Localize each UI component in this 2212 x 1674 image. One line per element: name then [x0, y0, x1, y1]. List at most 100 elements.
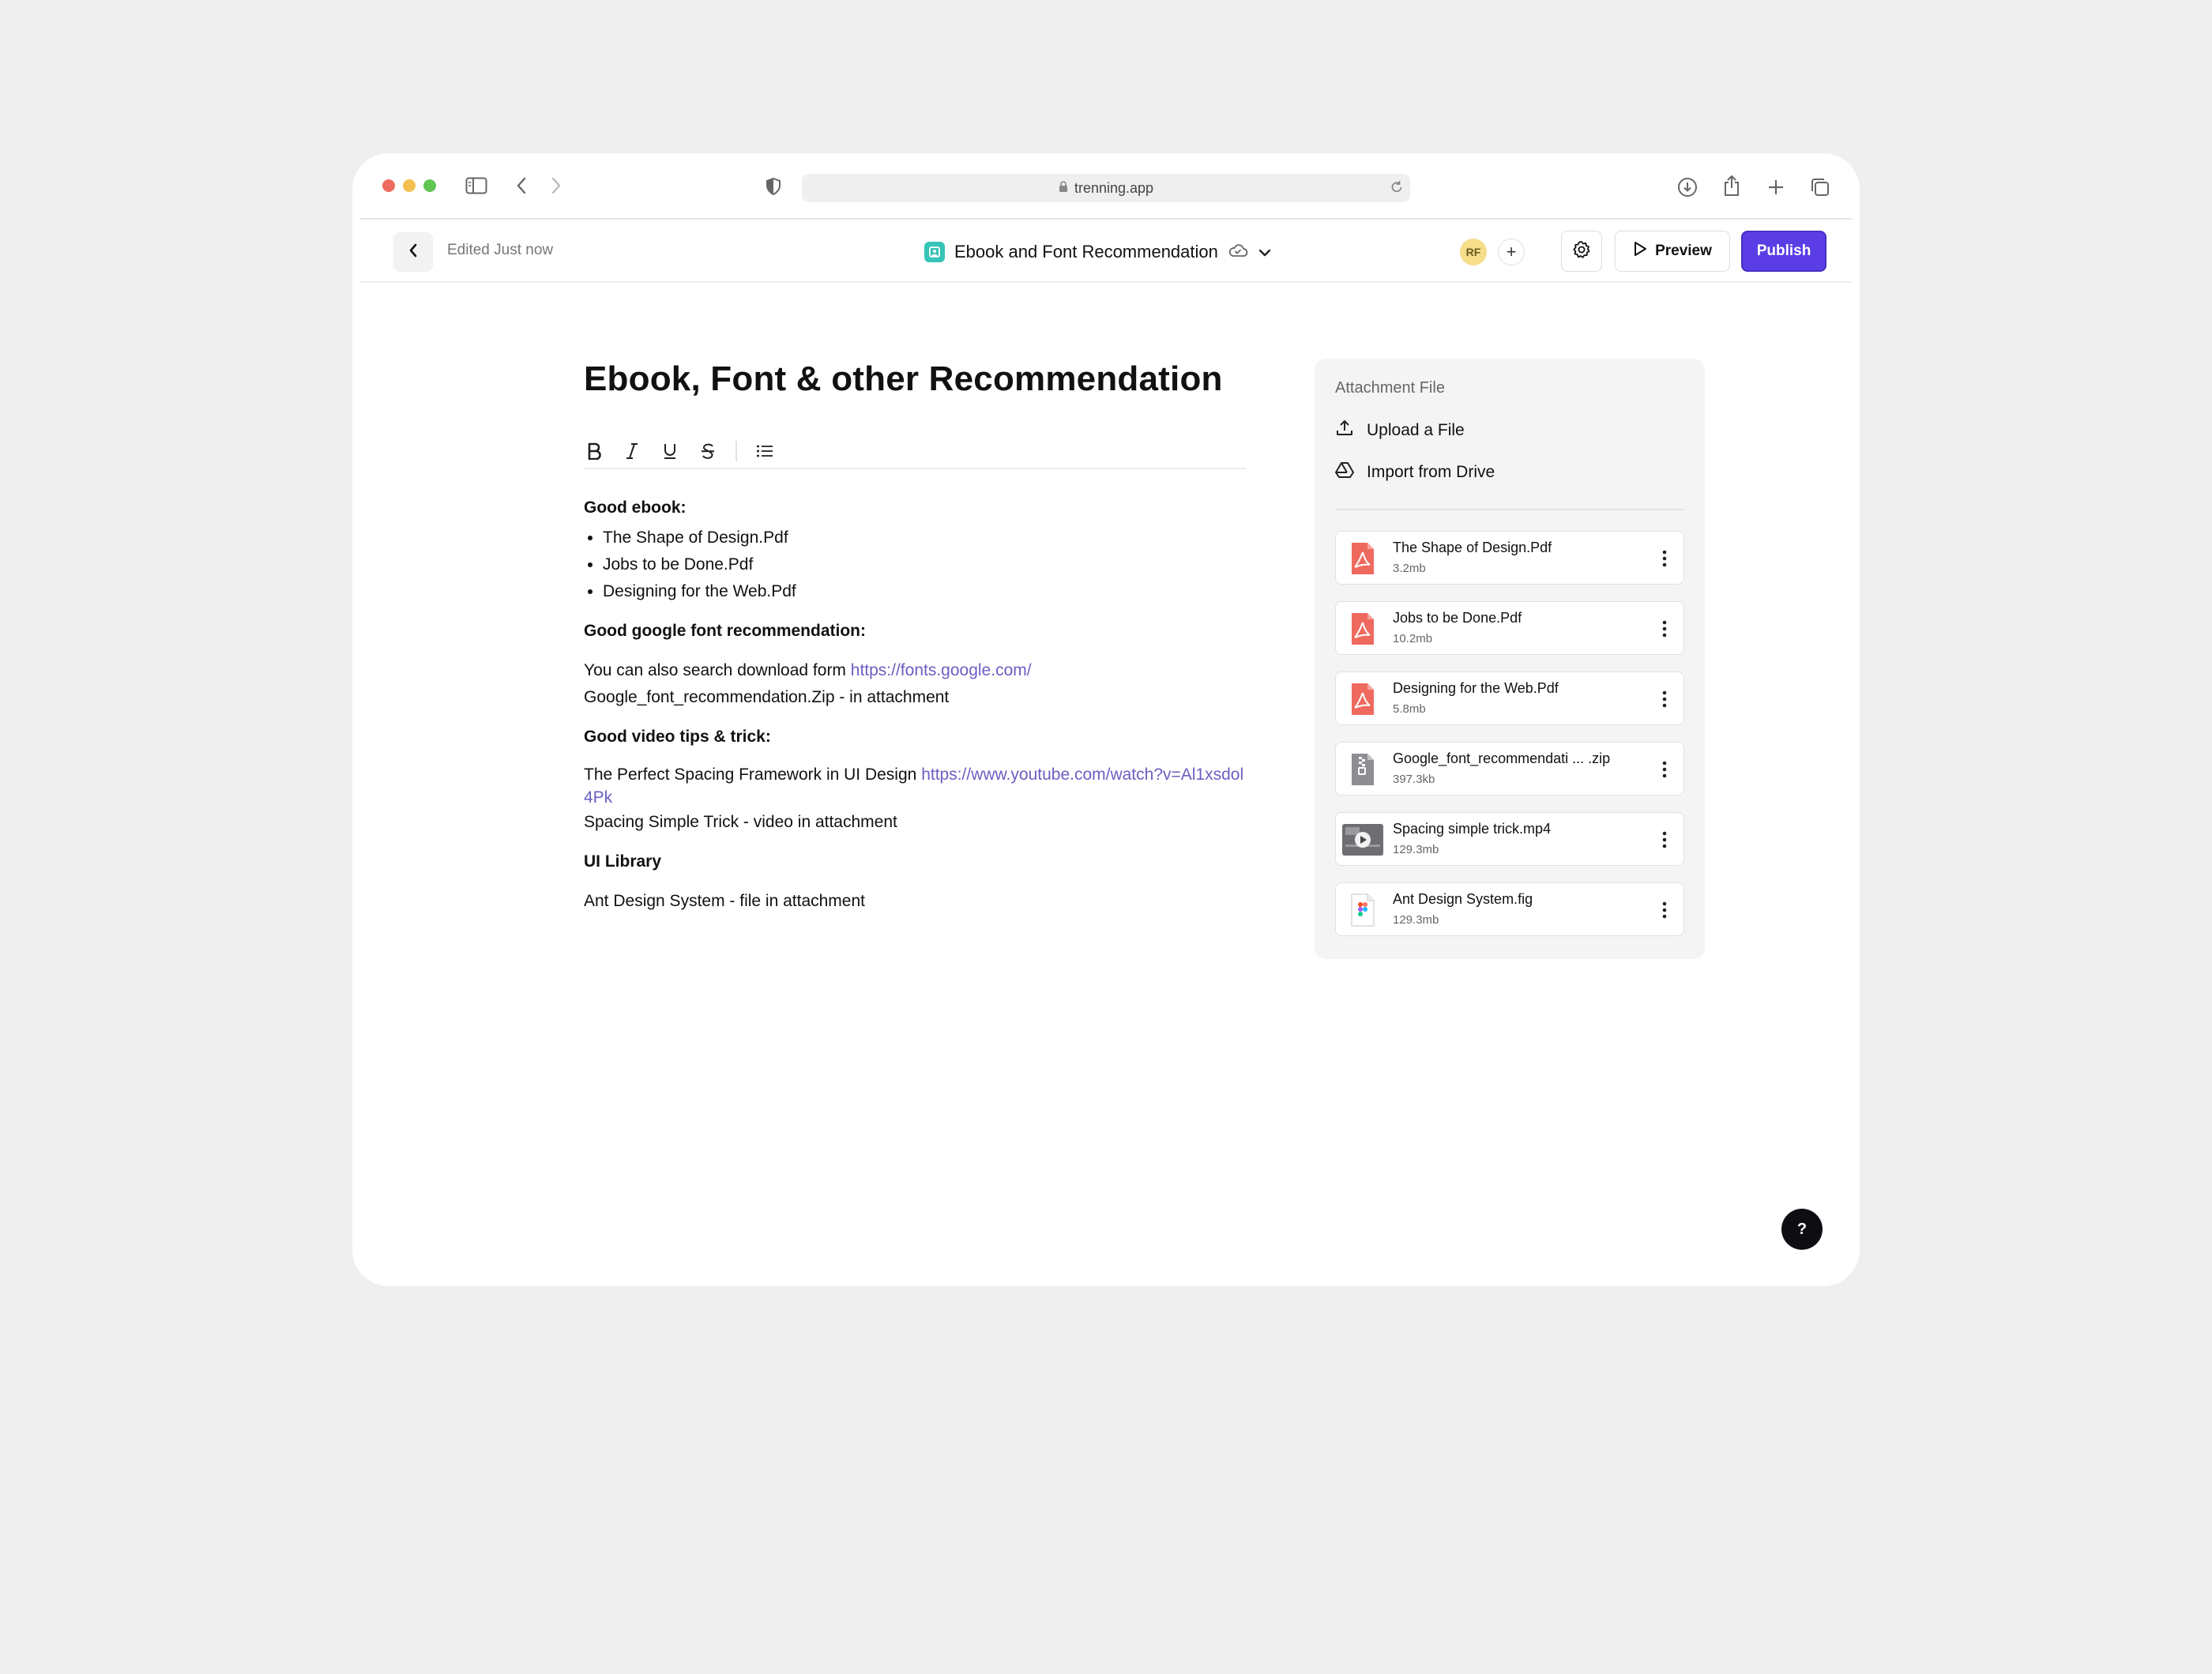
play-icon: [1633, 241, 1647, 261]
browser-back-icon[interactable]: [512, 175, 531, 197]
file-size: 10.2mb: [1393, 632, 1433, 645]
ebook-heading: Good ebook:: [584, 498, 687, 517]
file-name: Designing for the Web.Pdf: [1393, 680, 1559, 696]
video-thumbnail-icon: [1342, 822, 1383, 857]
bullet-list-icon[interactable]: [754, 441, 775, 461]
file-name: Google_font_recommendati ... .zip: [1393, 750, 1611, 766]
share-icon[interactable]: [1721, 174, 1743, 197]
import-drive-label: Import from Drive: [1367, 463, 1495, 481]
pdf-file-icon: [1345, 541, 1379, 576]
document-title[interactable]: Ebook and Font Recommendation: [924, 234, 1272, 270]
file-name: Jobs to be Done.Pdf: [1393, 610, 1522, 626]
document-title-text: Ebook and Font Recommendation: [954, 242, 1218, 261]
list-item: Jobs to be Done.Pdf: [603, 551, 1246, 578]
file-item[interactable]: Google_font_recommendati ... .zip 397.3k…: [1335, 742, 1684, 796]
toolbar-divider: [735, 441, 737, 461]
file-item[interactable]: Jobs to be Done.Pdf 10.2mb: [1335, 601, 1684, 655]
browser-toolbar: trenning.app: [352, 153, 1860, 218]
chevron-down-icon[interactable]: [1258, 242, 1272, 262]
back-button[interactable]: [393, 232, 433, 272]
font-paragraph: You can also search download form https:…: [584, 657, 1246, 684]
italic-icon[interactable]: [622, 441, 642, 461]
avatar[interactable]: RF: [1460, 239, 1487, 265]
more-vertical-icon[interactable]: [1657, 829, 1672, 851]
file-size: 129.3mb: [1393, 843, 1439, 856]
upload-file-button[interactable]: Upload a File: [1335, 419, 1465, 442]
preview-button[interactable]: Preview: [1615, 231, 1730, 272]
file-name: The Shape of Design.Pdf: [1393, 540, 1552, 555]
more-vertical-icon[interactable]: [1657, 688, 1672, 710]
attachment-panel-title: Attachment File: [1335, 379, 1445, 397]
format-toolbar: [584, 434, 1246, 469]
tab-overview-icon[interactable]: [1809, 176, 1831, 198]
editor-content[interactable]: Good ebook: The Shape of Design.Pdf Jobs…: [584, 495, 1246, 915]
underline-icon[interactable]: [660, 441, 680, 461]
import-drive-button[interactable]: Import from Drive: [1335, 461, 1495, 483]
browser-forward-icon[interactable]: [547, 175, 566, 197]
file-name: Ant Design System.fig: [1393, 891, 1533, 907]
more-vertical-icon[interactable]: [1657, 899, 1672, 921]
file-size: 3.2mb: [1393, 562, 1426, 575]
privacy-shield-icon[interactable]: [765, 177, 782, 196]
bold-icon[interactable]: [584, 441, 604, 461]
figma-file-icon: [1345, 893, 1379, 927]
app-header: Edited Just now Ebook and Font Recommend…: [360, 220, 1852, 283]
upload-file-label: Upload a File: [1367, 421, 1465, 439]
font-heading: Good google font recommendation:: [584, 622, 866, 640]
downloads-icon[interactable]: [1676, 176, 1698, 198]
preview-label: Preview: [1655, 243, 1712, 259]
cloud-saved-icon: [1228, 242, 1248, 262]
pdf-file-icon: [1345, 682, 1379, 717]
video-paragraph: The Perfect Spacing Framework in UI Desi…: [584, 763, 1246, 809]
font-text: You can also search download form: [584, 661, 846, 679]
strikethrough-icon[interactable]: [698, 441, 718, 461]
ui-library-heading: UI Library: [584, 852, 662, 871]
editor[interactable]: Ebook, Font & other Recommendation Good …: [584, 359, 1246, 910]
url-text: trenning.app: [1074, 179, 1154, 196]
zip-file-icon: [1345, 752, 1379, 787]
page-title[interactable]: Ebook, Font & other Recommendation: [584, 359, 1246, 401]
close-window-button[interactable]: [382, 179, 395, 192]
video-heading: Good video tips & trick:: [584, 728, 771, 746]
file-size: 129.3mb: [1393, 913, 1439, 927]
ui-library-text: Ant Design System - file in attachment: [584, 892, 865, 910]
file-name: Spacing simple trick.mp4: [1393, 821, 1552, 837]
more-vertical-icon[interactable]: [1657, 758, 1672, 781]
minimize-window-button[interactable]: [403, 179, 416, 192]
file-item[interactable]: Designing for the Web.Pdf 5.8mb: [1335, 671, 1684, 725]
add-collaborator-button[interactable]: +: [1498, 239, 1525, 265]
list-item: Designing for the Web.Pdf: [603, 578, 1246, 605]
ebook-list: The Shape of Design.Pdf Jobs to be Done.…: [584, 525, 1246, 605]
upload-icon: [1335, 419, 1354, 442]
edited-status: Edited Just now: [447, 242, 554, 258]
file-item[interactable]: Spacing simple trick.mp4 129.3mb: [1335, 812, 1684, 866]
more-vertical-icon[interactable]: [1657, 547, 1672, 570]
panel-divider: [1335, 509, 1684, 510]
maximize-window-button[interactable]: [423, 179, 436, 192]
chevron-left-icon: [408, 243, 418, 262]
pdf-file-icon: [1345, 611, 1379, 646]
file-item[interactable]: The Shape of Design.Pdf 3.2mb: [1335, 531, 1684, 585]
settings-button[interactable]: [1561, 231, 1602, 272]
list-item: The Shape of Design.Pdf: [603, 525, 1246, 551]
video-attachment-text: Spacing Simple Trick - video in attachme…: [584, 813, 897, 831]
video-text: The Perfect Spacing Framework in UI Desi…: [584, 766, 917, 784]
file-size: 5.8mb: [1393, 702, 1426, 716]
reload-icon[interactable]: [1390, 180, 1404, 198]
font-zip-text: Google_font_recommendation.Zip - in atta…: [584, 688, 950, 706]
gear-icon: [1572, 240, 1591, 263]
publish-button[interactable]: Publish: [1741, 231, 1826, 272]
browser-window: trenning.app Edited Just now Ebook and F…: [352, 153, 1860, 1286]
address-bar[interactable]: trenning.app: [802, 174, 1410, 202]
document-icon: [924, 242, 945, 262]
file-size: 397.3kb: [1393, 773, 1435, 786]
help-button[interactable]: ?: [1781, 1209, 1823, 1250]
attachment-panel: Attachment File Upload a File Import fro…: [1315, 359, 1705, 959]
google-fonts-link[interactable]: https://fonts.google.com/: [851, 661, 1032, 679]
lock-icon: [1059, 180, 1068, 197]
file-item[interactable]: Ant Design System.fig 129.3mb: [1335, 882, 1684, 936]
google-drive-icon: [1335, 461, 1354, 483]
more-vertical-icon[interactable]: [1657, 618, 1672, 640]
new-tab-icon[interactable]: [1765, 176, 1787, 198]
sidebar-toggle-icon[interactable]: [465, 175, 488, 197]
